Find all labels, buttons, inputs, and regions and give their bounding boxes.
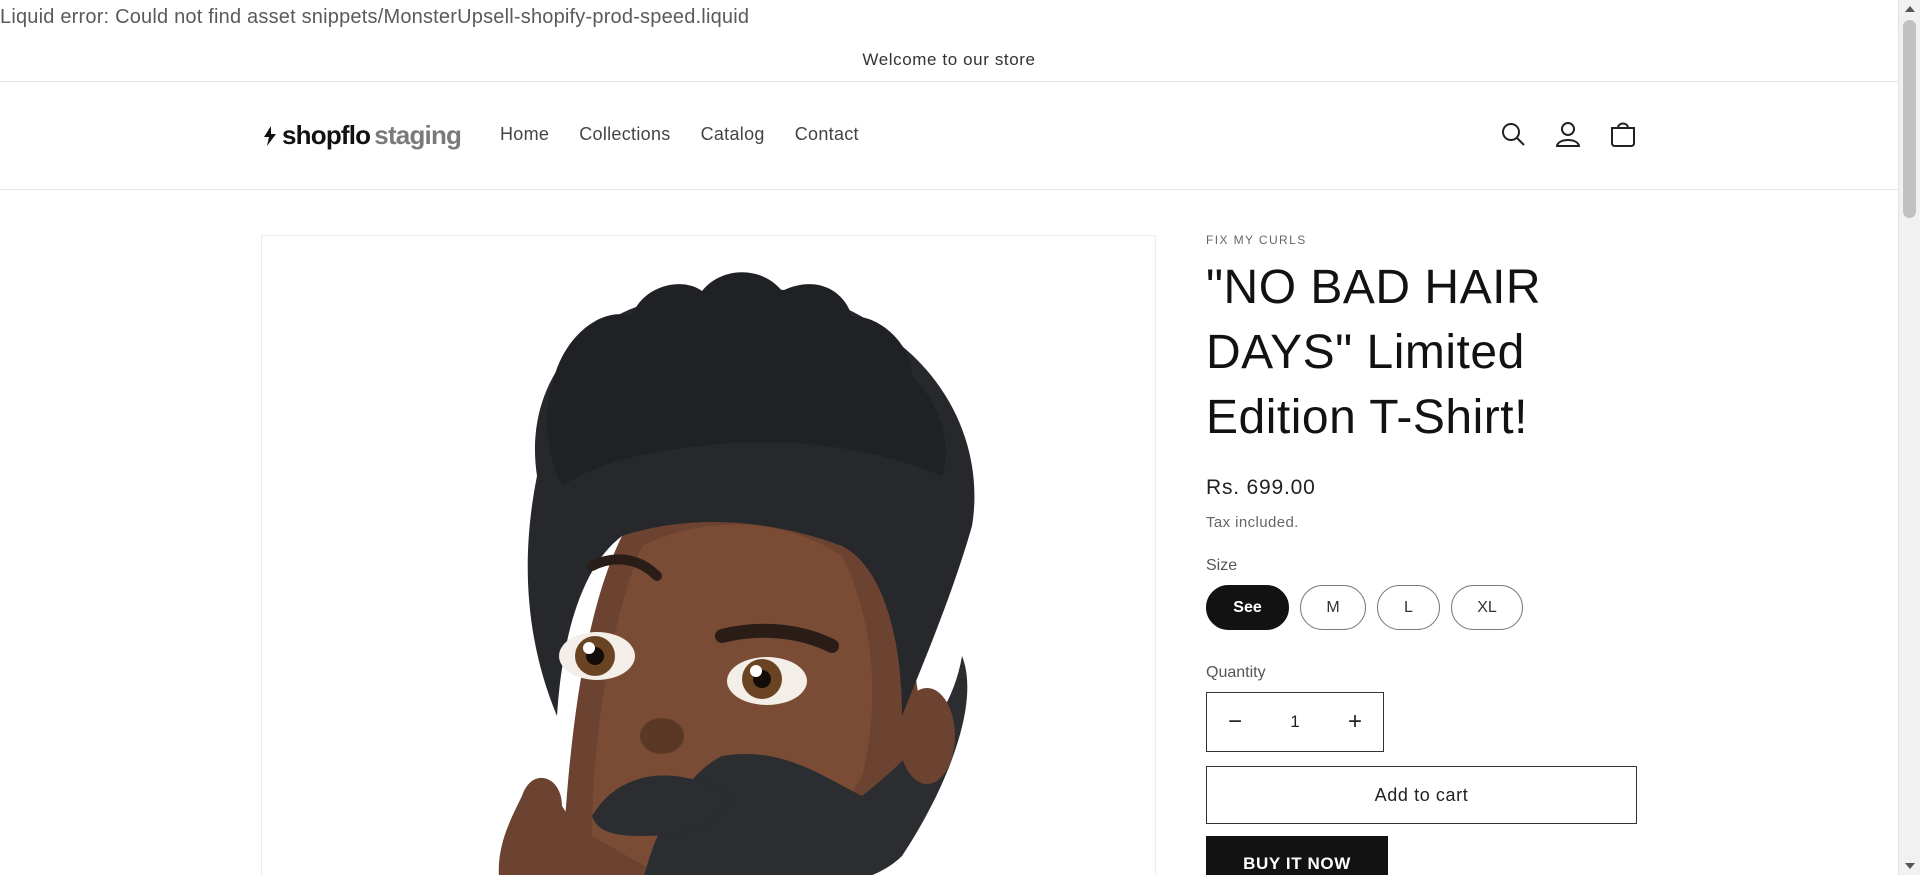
nav-home[interactable]: Home [500, 124, 549, 145]
announcement-text: Welcome to our store [862, 50, 1036, 69]
size-option-see[interactable]: See [1206, 585, 1289, 630]
logo-mark-icon [264, 125, 276, 146]
add-to-cart-button[interactable]: Add to cart [1206, 766, 1637, 824]
size-option-l[interactable]: L [1377, 585, 1440, 630]
quantity-increase-button[interactable]: + [1345, 708, 1365, 736]
size-options: See M L XL [1206, 585, 1638, 630]
page-scrollbar[interactable] [1898, 0, 1920, 875]
product-illustration [498, 272, 975, 875]
account-icon[interactable] [1552, 118, 1584, 150]
cart-icon[interactable] [1607, 118, 1639, 150]
product-title-line: Edition T-Shirt! [1206, 391, 1528, 444]
quantity-stepper: − 1 + [1206, 692, 1384, 752]
product-title: "NO BAD HAIR DAYS" Limited Edition T-Shi… [1206, 255, 1638, 450]
announcement-bar: Welcome to our store [0, 40, 1898, 82]
size-option-m[interactable]: M [1300, 585, 1366, 630]
quantity-decrease-button[interactable]: − [1225, 708, 1245, 736]
product-title-line: DAYS" Limited [1206, 326, 1525, 379]
nav-catalog[interactable]: Catalog [701, 124, 765, 145]
search-icon[interactable] [1497, 118, 1529, 150]
logo-text-secondary: staging [374, 120, 462, 150]
quantity-label: Quantity [1206, 664, 1266, 681]
product-vendor: FIX MY CURLS [1206, 233, 1307, 247]
product-image[interactable] [261, 235, 1156, 875]
buy-now-button[interactable]: BUY IT NOW [1206, 836, 1388, 875]
scroll-down-icon[interactable] [1905, 863, 1915, 869]
size-option-xl[interactable]: XL [1451, 585, 1523, 630]
scrollbar-thumb[interactable] [1903, 20, 1916, 218]
product-info: FIX MY CURLS "NO BAD HAIR DAYS" Limited … [1206, 233, 1638, 875]
site-header: shopflo staging Home Collections Catalog… [0, 82, 1898, 190]
logo-text-primary: shopflo [282, 120, 371, 150]
header-icons [1497, 118, 1639, 150]
product-price: Rs. 699.00 [1206, 476, 1316, 499]
main-nav: Home Collections Catalog Contact [500, 124, 859, 145]
quantity-input[interactable]: 1 [1290, 712, 1299, 732]
product-title-line: "NO BAD HAIR [1206, 261, 1542, 314]
liquid-error-message: Liquid error: Could not find asset snipp… [0, 6, 750, 28]
nav-collections[interactable]: Collections [579, 124, 670, 145]
size-label: Size [1206, 557, 1238, 574]
tax-note: Tax included. [1206, 514, 1299, 531]
store-logo[interactable]: shopflo staging [262, 120, 462, 151]
scroll-up-icon[interactable] [1905, 6, 1915, 12]
nav-contact[interactable]: Contact [795, 124, 859, 145]
